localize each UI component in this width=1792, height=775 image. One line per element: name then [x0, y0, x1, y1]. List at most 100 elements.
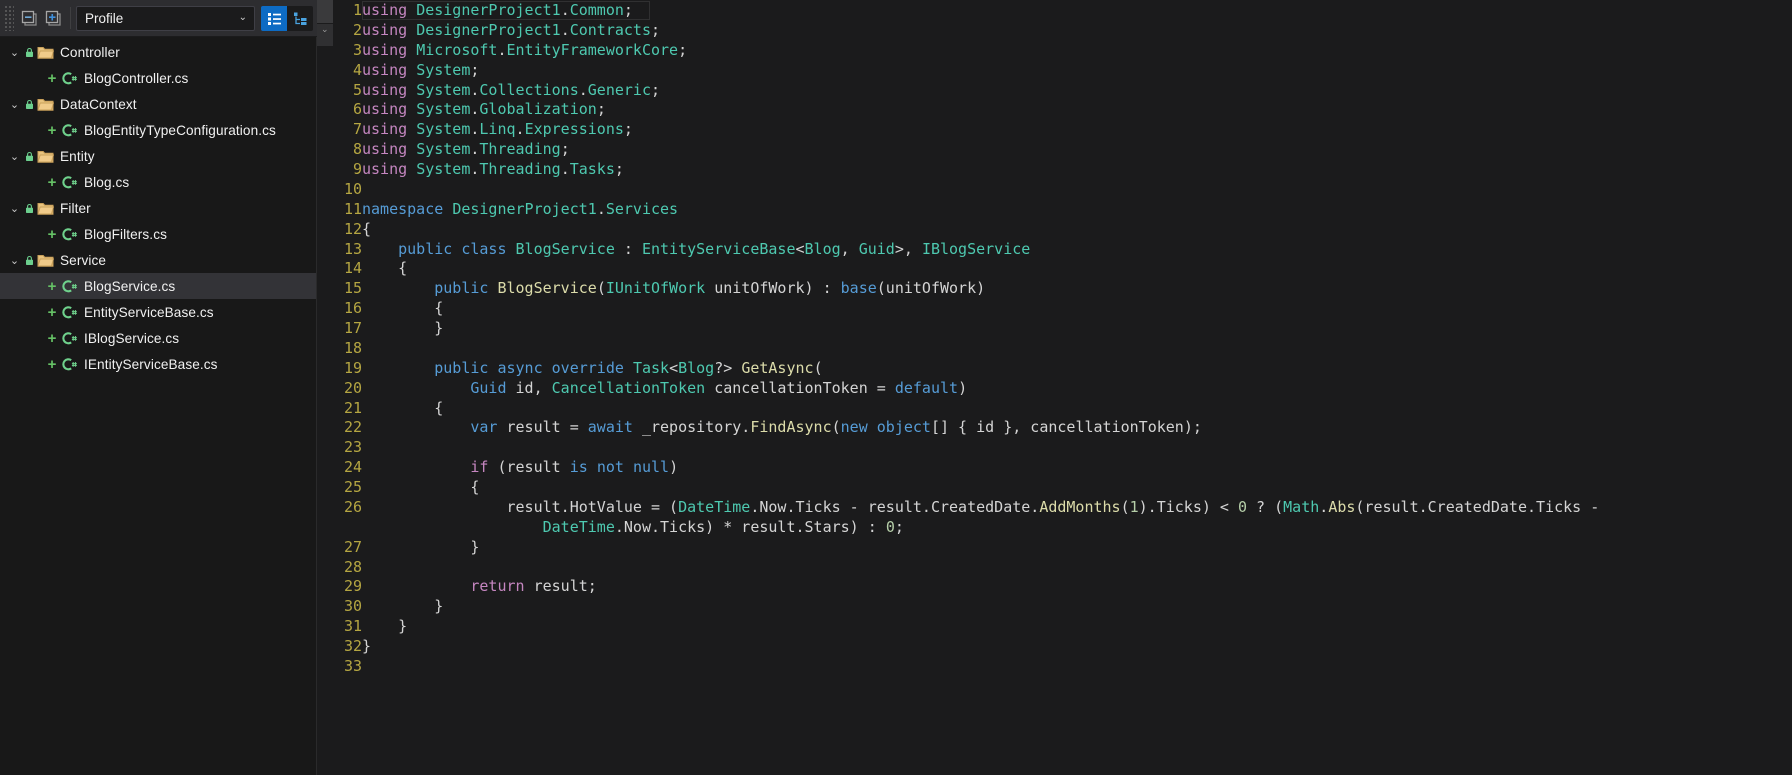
code-line: 12{	[334, 220, 1792, 240]
editor-left-margin: ⌄	[317, 0, 334, 775]
collapse-all-icon[interactable]	[17, 6, 41, 30]
line-number: 8	[352, 140, 362, 159]
line-number	[334, 518, 362, 538]
code-line: 15 public BlogService(IUnitOfWork unitOf…	[334, 279, 1792, 299]
code-text: }	[362, 637, 372, 655]
code-line: 5 using System.Collections.Generic;	[334, 81, 1792, 101]
code-text: public BlogService(IUnitOfWork unitOfWor…	[434, 279, 986, 298]
folder-icon	[35, 97, 55, 112]
code-text: {	[362, 299, 444, 318]
code-line: 26 result.HotValue = (DateTime.Now.Ticks…	[334, 498, 1792, 518]
code-text: using DesignerProject1.Contracts;	[362, 20, 661, 39]
line-number: 3	[352, 40, 362, 59]
tree-folder-controller[interactable]: ⌄ Controller	[0, 39, 317, 65]
csharp-file-icon	[59, 279, 79, 294]
csharp-file-icon	[59, 331, 79, 346]
code-text: using System.Collections.Generic;	[362, 80, 661, 99]
profile-select[interactable]: Profile ⌄	[76, 5, 255, 31]
code-text: {	[362, 478, 480, 496]
file-label: BlogService.cs	[84, 278, 176, 294]
line-number: 28	[343, 557, 362, 576]
code-text: {	[362, 398, 444, 417]
lock-icon	[23, 151, 35, 162]
tree-file-blogcontroller-cs[interactable]: + BlogController.cs	[0, 65, 317, 91]
csharp-file-icon	[59, 71, 79, 86]
code-text: namespace DesignerProject1.Services	[362, 199, 679, 218]
code-text: using System.Globalization;	[362, 100, 606, 119]
code-line: 9 using System.Threading.Tasks;	[334, 160, 1792, 180]
file-label: BlogFilters.cs	[84, 226, 167, 242]
line-number: 5	[352, 80, 362, 99]
file-label: BlogEntityTypeConfiguration.cs	[84, 122, 276, 138]
tree-file-ientityservicebase-cs[interactable]: + IEntityServiceBase.cs	[0, 351, 317, 377]
line-number: 21	[343, 398, 362, 417]
line-number: 33	[343, 656, 362, 675]
toolbar-drag-grip[interactable]	[4, 5, 14, 31]
code-line: 20 Guid id, CancellationToken cancellati…	[334, 379, 1792, 399]
tree-file-blogfilters-cs[interactable]: + BlogFilters.cs	[0, 221, 317, 247]
profile-select-value: Profile	[85, 10, 124, 26]
line-number: 6	[352, 100, 362, 119]
code-text: {	[362, 259, 408, 278]
folder-label: Controller	[60, 44, 120, 60]
code-line: 13 public class BlogService : EntityServ…	[334, 240, 1792, 260]
view-mode-toggle[interactable]	[261, 5, 313, 31]
code-line: 23	[334, 438, 1792, 458]
code-text: using System;	[362, 60, 480, 79]
tree-file-blogentitytypeconfiguration-cs[interactable]: + BlogEntityTypeConfiguration.cs	[0, 117, 317, 143]
plus-icon: +	[47, 69, 57, 87]
line-number: 10	[343, 179, 362, 198]
line-number: 1	[352, 1, 362, 19]
chevron-down-icon[interactable]: ⌄	[6, 150, 23, 163]
csharp-file-icon	[59, 305, 79, 320]
code-line: 7 using System.Linq.Expressions;	[334, 120, 1792, 140]
line-number: 14	[343, 259, 362, 278]
solution-tree[interactable]: ⌄ Controller + BlogController.cs ⌄ DataContex…	[0, 37, 317, 775]
line-number: 24	[343, 458, 362, 477]
line-number: 4	[352, 60, 362, 79]
code-line: DateTime.Now.Ticks) * result.Stars) : 0;	[334, 518, 1792, 538]
tree-folder-datacontext[interactable]: ⌄ DataContext	[0, 91, 317, 117]
chevron-down-icon[interactable]: ⌄	[6, 254, 23, 267]
code-line: 14 {	[334, 259, 1792, 279]
folder-label: Service	[60, 252, 107, 268]
code-text: using Microsoft.EntityFrameworkCore;	[362, 40, 688, 59]
code-line: 8 using System.Threading;	[334, 140, 1792, 160]
code-line: 1 using DesignerProject1.Common;	[334, 1, 1792, 21]
tree-file-blogservice-cs[interactable]: + BlogService.cs	[0, 273, 317, 299]
lock-icon	[23, 203, 35, 214]
plus-icon: +	[47, 355, 57, 373]
chevron-down-icon[interactable]: ⌄	[6, 98, 23, 111]
tree-folder-entity[interactable]: ⌄ Entity	[0, 143, 317, 169]
chevron-down-icon[interactable]: ⌄	[6, 46, 23, 59]
code-text-area[interactable]: 1 using DesignerProject1.Common; 2 using De…	[334, 0, 1792, 775]
solution-explorer-toolbar: Profile ⌄	[0, 0, 317, 37]
tree-folder-filter[interactable]: ⌄ Filter	[0, 195, 317, 221]
flat-list-view-icon[interactable]	[261, 5, 287, 31]
code-text: return result;	[470, 577, 597, 596]
tree-file-blog-cs[interactable]: + Blog.cs	[0, 169, 317, 195]
code-line: 6 using System.Globalization;	[334, 100, 1792, 120]
outlining-collapse-icon[interactable]: ⌄	[321, 24, 329, 35]
code-line: 28	[334, 558, 1792, 578]
code-line: 33	[334, 657, 1792, 677]
line-number: 20	[343, 378, 362, 397]
code-line: 25 {	[334, 478, 1792, 498]
tree-file-iblogservice-cs[interactable]: + IBlogService.cs	[0, 325, 317, 351]
tree-folder-service[interactable]: ⌄ Service	[0, 247, 317, 273]
tree-view-icon[interactable]	[287, 5, 313, 31]
code-line: 11 namespace DesignerProject1.Services	[334, 200, 1792, 220]
chevron-down-icon[interactable]: ⌄	[6, 202, 23, 215]
file-label: EntityServiceBase.cs	[84, 304, 214, 320]
plus-icon: +	[47, 121, 57, 139]
file-label: IBlogService.cs	[84, 330, 180, 346]
expand-all-icon[interactable]	[41, 6, 65, 30]
code-text: }	[362, 617, 408, 636]
code-line: 22 var result = await _repository.FindAs…	[334, 418, 1792, 438]
csharp-file-icon	[59, 357, 79, 372]
code-editor[interactable]: ⌄ 1 using DesignerProject1.Common; 2 using …	[317, 0, 1792, 775]
tree-file-entityservicebase-cs[interactable]: + EntityServiceBase.cs	[0, 299, 317, 325]
code-text: public async override Task<Blog?> GetAsy…	[434, 358, 823, 377]
line-number: 16	[343, 299, 362, 318]
line-number: 32	[343, 637, 362, 655]
